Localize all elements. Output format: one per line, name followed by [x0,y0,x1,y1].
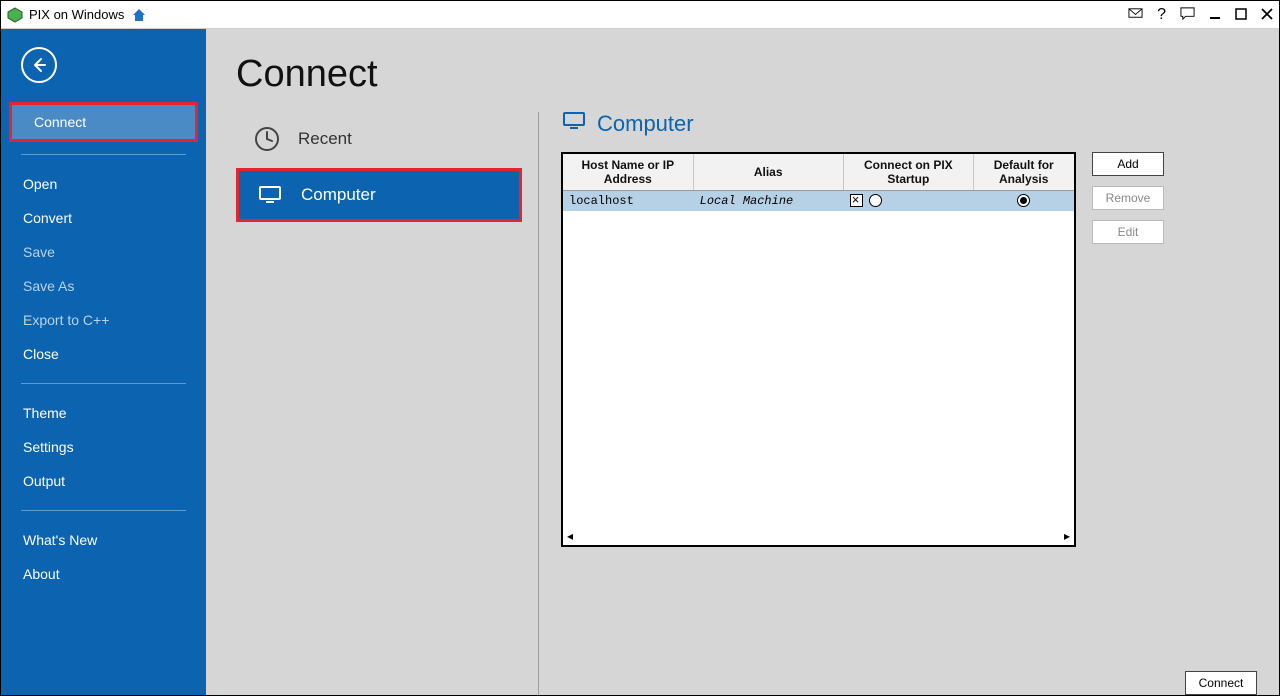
connect-button[interactable]: Connect [1185,671,1257,695]
computer-section-icon [561,108,587,140]
vertical-divider [538,112,539,695]
titlebar-title: PIX on Windows [29,7,124,22]
radio-empty-icon[interactable] [869,194,882,207]
category-label: Recent [298,129,352,149]
sidebar-item-saveas[interactable]: Save As [1,269,206,303]
main-panel: Connect Recent Computer [206,29,1279,695]
category-label: Computer [301,185,376,205]
caption-buttons: ? [1128,6,1273,24]
col-alias[interactable]: Alias [693,154,843,191]
cell-alias: Local Machine [693,191,843,212]
pix-window: PIX on Windows ? [0,0,1280,696]
category-computer[interactable]: Computer [236,168,522,222]
detail-panel: Computer Host Name or IP Address Alias [543,112,1257,695]
category-recent[interactable]: Recent [236,112,522,166]
checkbox-icon[interactable] [850,194,863,207]
sidebar-item-close[interactable]: Close [1,337,206,371]
sidebar-item-theme[interactable]: Theme [1,396,206,430]
table-row[interactable]: localhost Local Machine [563,191,1074,212]
sidebar-item-settings[interactable]: Settings [1,430,206,464]
remove-button[interactable]: Remove [1092,186,1164,210]
page-title: Connect [236,53,1257,96]
radio-filled-icon[interactable] [1017,194,1030,207]
sidebar-item-save[interactable]: Save [1,235,206,269]
section-title: Computer [561,108,1257,140]
col-host[interactable]: Host Name or IP Address [563,154,693,191]
horizontal-scroll-indicator: ◂▸ [567,529,1070,543]
edit-button[interactable]: Edit [1092,220,1164,244]
table-action-buttons: Add Remove Edit [1092,152,1164,254]
sidebar-item-connect[interactable]: Connect [9,102,198,142]
cell-default[interactable] [973,191,1073,212]
hosts-table: Host Name or IP Address Alias Connect on… [563,154,1074,211]
hosts-table-container: Host Name or IP Address Alias Connect on… [561,152,1076,547]
minimize-icon[interactable] [1209,7,1221,23]
category-list: Recent Computer [236,112,534,695]
app-icon [7,7,23,23]
cell-startup[interactable] [843,191,973,212]
sidebar-item-whatsnew[interactable]: What's New [1,523,206,557]
add-button[interactable]: Add [1092,152,1164,176]
sidebar: Connect Open Convert Save Save As Export… [1,29,206,695]
col-startup[interactable]: Connect on PIX Startup [843,154,973,191]
sidebar-item-label: Connect [34,114,86,130]
back-button[interactable] [21,47,57,83]
clock-icon [252,124,282,154]
close-icon[interactable] [1261,7,1273,23]
help-icon[interactable]: ? [1157,6,1166,24]
chat-icon[interactable] [1180,6,1195,24]
computer-icon [255,180,285,210]
sidebar-item-about[interactable]: About [1,557,206,591]
feedback-icon[interactable] [1128,6,1143,24]
col-default[interactable]: Default for Analysis [973,154,1073,191]
sidebar-item-open[interactable]: Open [1,167,206,201]
sidebar-item-convert[interactable]: Convert [1,201,206,235]
maximize-icon[interactable] [1235,7,1247,23]
home-icon[interactable] [130,6,148,24]
sidebar-item-output[interactable]: Output [1,464,206,498]
cell-host: localhost [563,191,693,212]
sidebar-item-export[interactable]: Export to C++ [1,303,206,337]
titlebar: PIX on Windows ? [1,1,1279,29]
